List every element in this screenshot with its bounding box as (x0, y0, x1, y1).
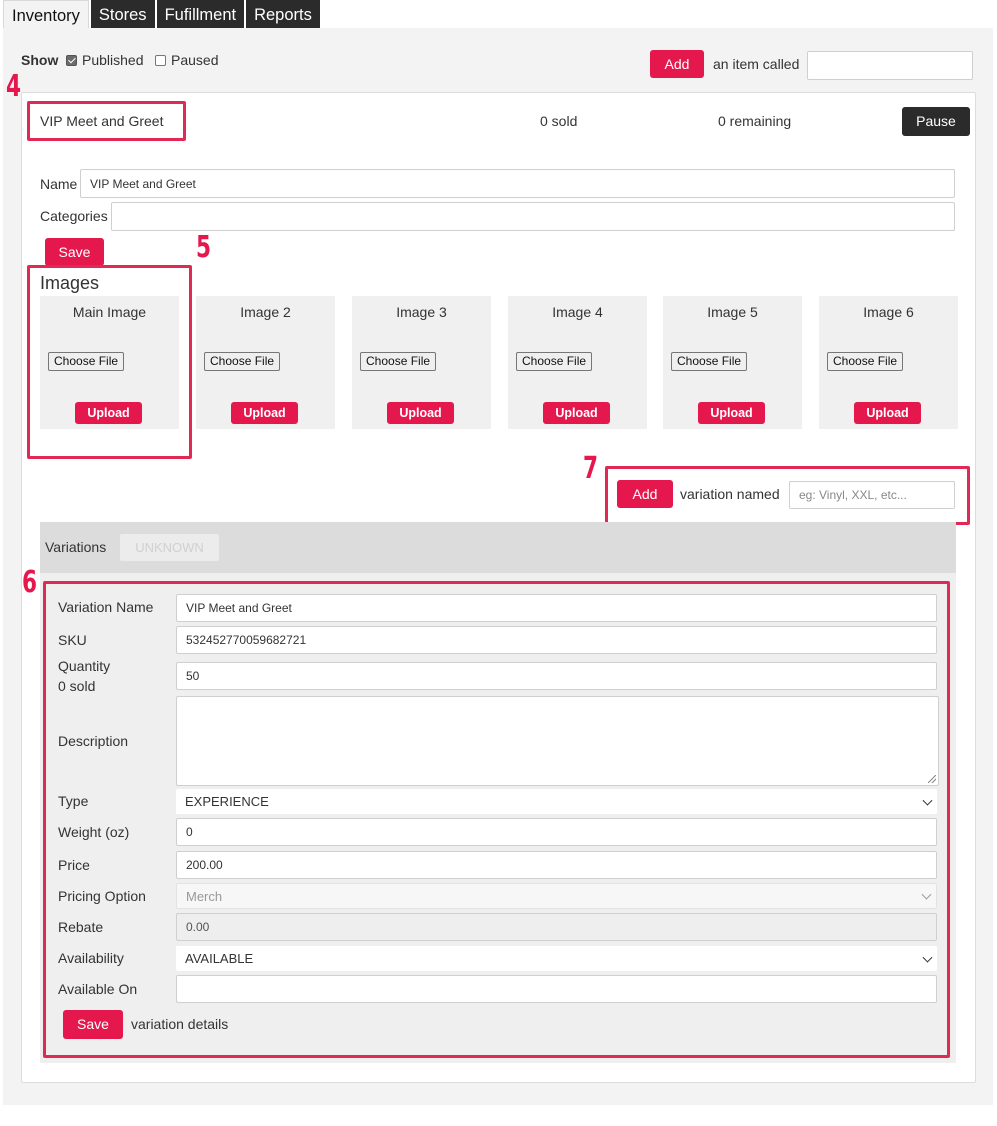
upload-button[interactable]: Upload (854, 402, 921, 424)
price-label: Price (58, 857, 90, 873)
add-item-text: an item called (713, 56, 800, 72)
weight-field[interactable]: 0 (176, 818, 937, 846)
sold-count: 0 sold (540, 113, 578, 129)
image-slot-title: Image 5 (707, 304, 758, 320)
pause-button[interactable]: Pause (902, 107, 970, 136)
show-label: Show (21, 52, 59, 68)
variation-name-label: Variation Name (58, 599, 154, 615)
tab-stores[interactable]: Stores (90, 0, 155, 28)
tab-fulfillment[interactable]: Fufillment (156, 0, 245, 28)
upload-button[interactable]: Upload (231, 402, 298, 424)
image-slot-5: Image 5 Choose File Upload (663, 296, 802, 429)
choose-file-button[interactable]: Choose File (516, 352, 593, 371)
quantity-sold-label: 0 sold (58, 678, 96, 694)
main-tabs: Inventory Stores Fufillment Reports (3, 0, 320, 28)
image-slot-3: Image 3 Choose File Upload (352, 296, 491, 429)
add-variation-text: variation named (680, 486, 780, 502)
upload-button[interactable]: Upload (387, 402, 454, 424)
categories-input[interactable] (111, 202, 955, 231)
available-on-label: Available On (58, 981, 138, 997)
rebate-field: 0.00 (176, 913, 937, 941)
image-slot-title: Image 4 (552, 304, 603, 320)
choose-file-button[interactable]: Choose File (671, 352, 748, 371)
variation-name-placeholder: eg: Vinyl, XXL, etc... (799, 488, 907, 502)
image-slot-4: Image 4 Choose File Upload (508, 296, 647, 429)
availability-select[interactable]: AVAILABLE (176, 946, 937, 971)
variation-name-field[interactable]: VIP Meet and Greet (176, 594, 937, 622)
description-textarea[interactable] (176, 696, 939, 786)
choose-file-button[interactable]: Choose File (204, 352, 281, 371)
tab-inventory[interactable]: Inventory (3, 0, 89, 28)
annotation-6: 6 (22, 565, 38, 600)
save-item-button[interactable]: Save (45, 238, 104, 266)
remaining-count: 0 remaining (718, 113, 792, 129)
pricing-option-label: Pricing Option (58, 888, 146, 904)
categories-label: Categories (40, 208, 108, 224)
item-title[interactable]: VIP Meet and Greet (40, 113, 163, 129)
type-select[interactable]: EXPERIENCE (176, 789, 937, 814)
add-variation-button[interactable]: Add (617, 480, 673, 508)
variation-tab-unknown[interactable]: UNKNOWN (120, 534, 219, 561)
choose-file-button[interactable]: Choose File (48, 352, 125, 371)
quantity-field[interactable]: 50 (176, 662, 937, 690)
chevron-down-icon (922, 952, 933, 963)
available-on-field[interactable] (176, 975, 937, 1003)
save-variation-text: variation details (131, 1016, 229, 1032)
sku-label: SKU (58, 632, 87, 648)
resize-handle-icon[interactable] (928, 775, 936, 783)
annotation-5: 5 (196, 230, 212, 265)
paused-checkbox[interactable] (155, 55, 166, 66)
image-slot-2: Image 2 Choose File Upload (196, 296, 335, 429)
image-slot-title: Image 3 (396, 304, 447, 320)
item-name-input[interactable] (807, 51, 973, 80)
name-input[interactable]: VIP Meet and Greet (80, 169, 955, 198)
choose-file-button[interactable]: Choose File (360, 352, 437, 371)
images-heading: Images (40, 273, 100, 293)
rebate-label: Rebate (58, 919, 104, 935)
save-variation-button[interactable]: Save (63, 1010, 123, 1039)
image-slot-title: Main Image (72, 304, 147, 320)
variations-label: Variations (45, 539, 107, 555)
tab-reports[interactable]: Reports (246, 0, 320, 28)
pricing-option-value: Merch (186, 888, 223, 904)
type-label: Type (58, 793, 89, 809)
type-value: EXPERIENCE (185, 794, 269, 809)
paused-filter[interactable]: Paused (155, 52, 218, 68)
chevron-down-icon (922, 795, 933, 806)
published-filter[interactable]: Published (66, 52, 144, 68)
upload-button[interactable]: Upload (543, 402, 610, 424)
name-label: Name (40, 176, 78, 192)
sku-field[interactable]: 532452770059682721 (176, 626, 937, 654)
chevron-down-icon (921, 889, 932, 900)
price-field[interactable]: 200.00 (176, 851, 937, 879)
weight-label: Weight (oz) (58, 824, 130, 840)
add-item-button[interactable]: Add (650, 50, 704, 78)
paused-label: Paused (171, 52, 219, 68)
quantity-label: Quantity (58, 658, 111, 674)
image-slot-title: Image 2 (240, 304, 291, 320)
availability-label: Availability (58, 950, 124, 966)
annotation-4: 4 (6, 69, 22, 104)
published-label: Published (82, 52, 144, 68)
upload-button[interactable]: Upload (698, 402, 765, 424)
image-slot-title: Image 6 (863, 304, 914, 320)
choose-file-button[interactable]: Choose File (827, 352, 904, 371)
availability-value: AVAILABLE (185, 951, 254, 966)
upload-button[interactable]: Upload (75, 402, 142, 424)
annotation-7: 7 (583, 451, 599, 486)
image-slot-main: Main Image Choose File Upload (40, 296, 179, 429)
pricing-option-select[interactable]: Merch (176, 883, 937, 909)
image-slot-6: Image 6 Choose File Upload (819, 296, 958, 429)
variation-name-input[interactable]: eg: Vinyl, XXL, etc... (789, 481, 955, 509)
description-label: Description (58, 733, 129, 749)
published-checkbox[interactable] (66, 55, 77, 66)
